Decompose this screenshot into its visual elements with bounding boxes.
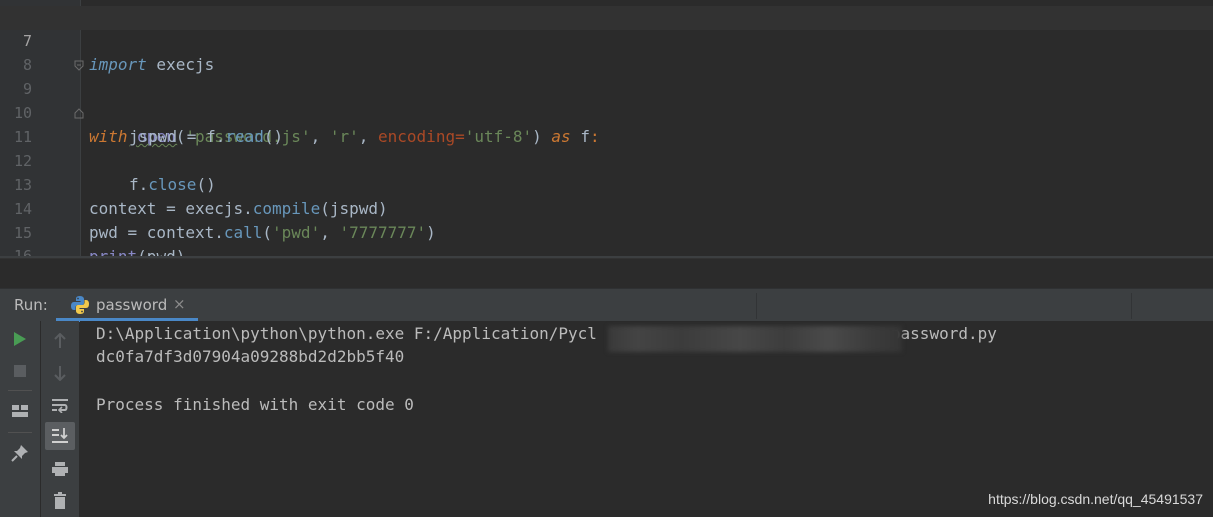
code-line-13[interactable]: 13 context = execjs.compile(jspwd) (0, 150, 1213, 219)
soft-wrap-icon[interactable] (45, 391, 75, 419)
code-line-10[interactable]: 10 jspwd = f.read() (0, 78, 1213, 147)
down-arrow-icon[interactable] (45, 359, 75, 387)
header-divider (756, 293, 757, 319)
tab-label: password (96, 296, 168, 314)
code-editor[interactable]: 7 import execjs 8 9 with open('password.… (0, 0, 1213, 258)
up-arrow-icon[interactable] (45, 327, 75, 355)
pin-icon[interactable] (5, 439, 35, 467)
python-icon (71, 296, 89, 314)
code-line-11[interactable]: 11 f.close() (0, 102, 1213, 194)
fold-icon[interactable] (74, 60, 84, 71)
code-line-8[interactable]: 8 (0, 30, 1213, 74)
close-icon[interactable]: × (173, 295, 186, 313)
stop-icon[interactable] (5, 357, 35, 385)
header-divider (1131, 293, 1132, 319)
console-output-hash: dc0fa7df3d07904a09288bd2d2bb5f40 (96, 347, 405, 366)
layout-icon[interactable] (5, 397, 35, 425)
toolbar-separator (8, 432, 32, 433)
scroll-to-end-icon[interactable] (45, 422, 75, 450)
run-toolbar-primary (0, 321, 41, 517)
code-line-7[interactable]: 7 import execjs (0, 6, 1213, 74)
code-line-12[interactable]: 12 (0, 126, 1213, 170)
panel-splitter[interactable] (0, 258, 1213, 289)
run-label: Run: (14, 296, 48, 314)
code-line-16[interactable]: 16 (0, 221, 1213, 258)
run-console-output[interactable]: D:\Application\python\python.exe F:/Appl… (80, 321, 1213, 517)
toolbar-separator (8, 390, 32, 391)
redacted-path-blur (608, 326, 902, 352)
trash-icon[interactable] (45, 487, 75, 515)
watermark: https://blog.csdn.net/qq_45491537 (988, 491, 1203, 507)
code-line-14[interactable]: 14 pwd = context.call('pwd', '7777777') (0, 174, 1213, 243)
code-line-15[interactable]: 15 print(pwd) (0, 198, 1213, 258)
run-panel-header: Run: password × (0, 288, 1213, 322)
console-exit-message: Process finished with exit code 0 (96, 395, 414, 414)
code-line-9[interactable]: 9 with open('password.js', 'r', encoding… (0, 54, 1213, 146)
fold-end-icon[interactable] (74, 108, 84, 119)
print-icon[interactable] (45, 455, 75, 483)
run-icon[interactable] (5, 325, 35, 353)
run-toolbar-secondary (41, 321, 79, 517)
